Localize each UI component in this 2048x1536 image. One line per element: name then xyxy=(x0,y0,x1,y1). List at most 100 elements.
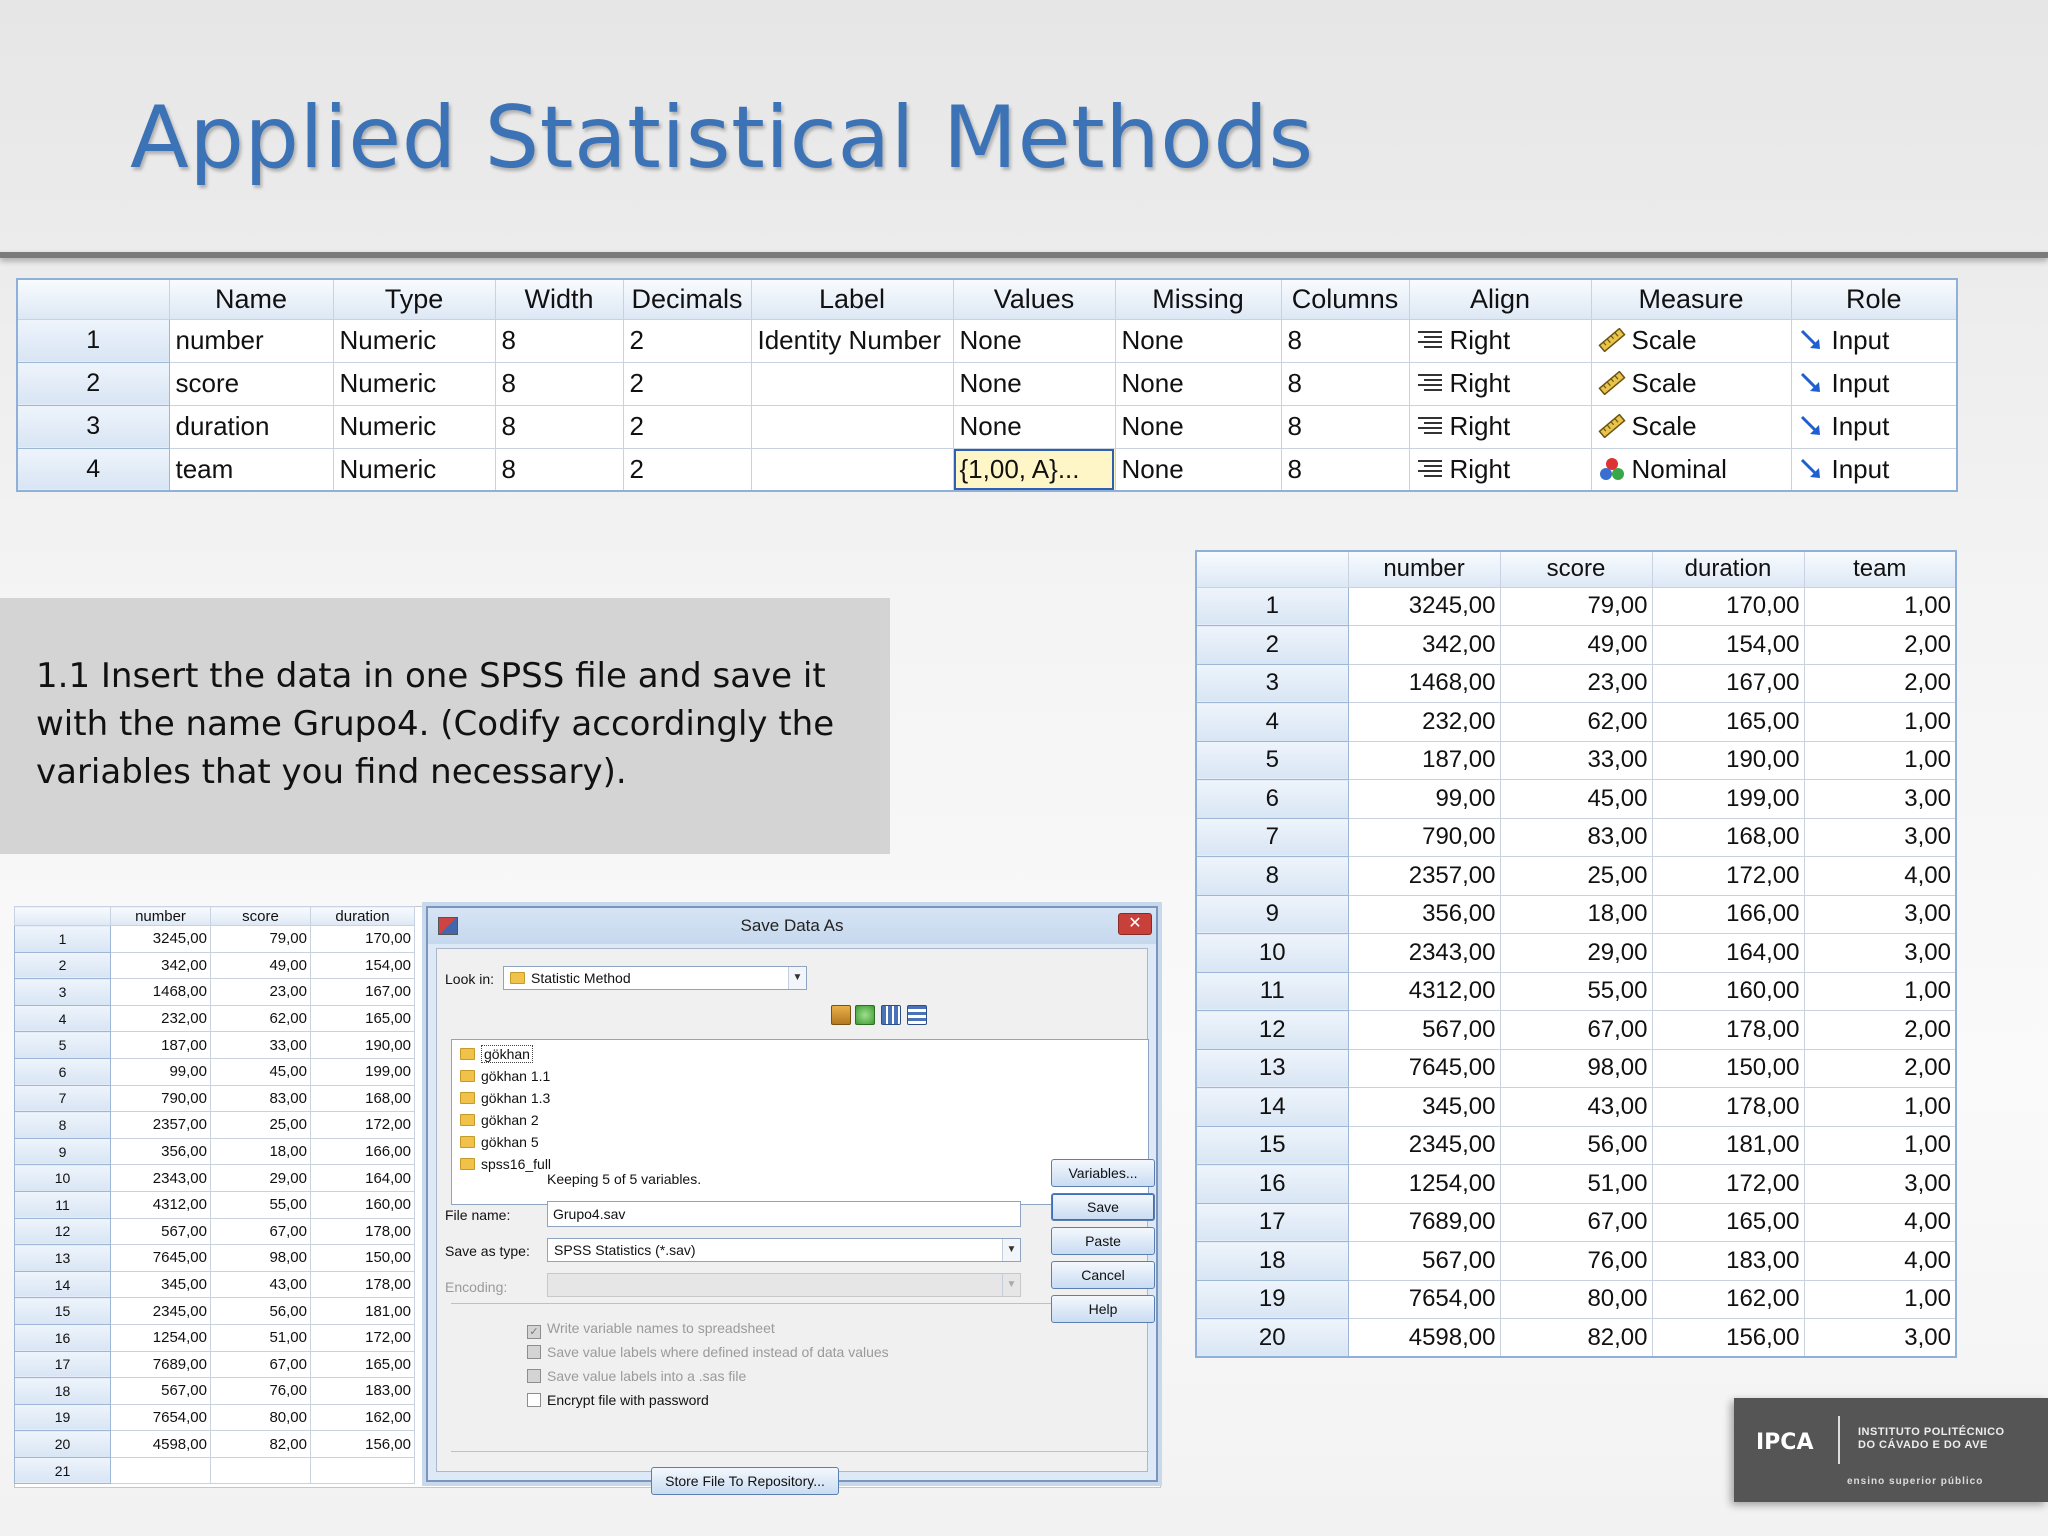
rdv-row-number[interactable]: 13 xyxy=(1195,1048,1349,1088)
ldv-cell[interactable]: 187,00 xyxy=(110,1031,211,1059)
rdv-header-duration[interactable]: duration xyxy=(1651,550,1805,588)
rdv-cell[interactable]: 2343,00 xyxy=(1347,933,1501,973)
ldv-row-number[interactable]: 5 xyxy=(14,1031,111,1059)
details-view-icon[interactable] xyxy=(907,1005,927,1025)
rdv-cell[interactable]: 3,00 xyxy=(1803,817,1957,857)
rdv-cell[interactable]: 2,00 xyxy=(1803,1010,1957,1050)
ldv-row-number[interactable]: 20 xyxy=(14,1430,111,1458)
rdv-cell[interactable]: 4598,00 xyxy=(1347,1318,1501,1358)
vv-cell-columns[interactable]: 8 xyxy=(1280,318,1410,363)
close-icon[interactable]: ✕ xyxy=(1118,913,1152,935)
ldv-cell[interactable]: 56,00 xyxy=(210,1297,311,1325)
rdv-cell[interactable]: 3,00 xyxy=(1803,779,1957,819)
rdv-row-number[interactable]: 20 xyxy=(1195,1318,1349,1358)
ldv-row-number[interactable]: 4 xyxy=(14,1004,111,1033)
ldv-cell[interactable]: 150,00 xyxy=(310,1244,415,1272)
ldv-cell[interactable]: 790,00 xyxy=(110,1084,211,1113)
ldv-cell[interactable]: 29,00 xyxy=(210,1164,311,1192)
rdv-cell[interactable]: 45,00 xyxy=(1499,779,1653,819)
rdv-cell[interactable]: 51,00 xyxy=(1499,1164,1653,1204)
rdv-cell[interactable]: 2345,00 xyxy=(1347,1125,1501,1165)
rdv-cell[interactable]: 4312,00 xyxy=(1347,971,1501,1011)
ldv-cell[interactable]: 79,00 xyxy=(210,925,311,953)
ldv-cell[interactable]: 170,00 xyxy=(310,925,415,953)
ldv-header-score[interactable]: score xyxy=(210,906,311,926)
ldv-cell[interactable]: 342,00 xyxy=(110,951,211,980)
ldv-cell[interactable]: 43,00 xyxy=(210,1270,311,1299)
vv-cell-decimals[interactable]: 2 xyxy=(622,318,752,363)
vv-cell-align[interactable]: Right xyxy=(1408,447,1592,492)
ldv-cell[interactable]: 1254,00 xyxy=(110,1323,211,1352)
rdv-header-team[interactable]: team xyxy=(1803,550,1957,588)
ldv-cell[interactable]: 83,00 xyxy=(210,1084,311,1113)
ldv-cell[interactable]: 4312,00 xyxy=(110,1190,211,1219)
vv-cell-decimals[interactable]: 2 xyxy=(622,404,752,449)
rdv-row-number[interactable]: 14 xyxy=(1195,1087,1349,1127)
rdv-cell[interactable]: 2,00 xyxy=(1803,1048,1957,1088)
ldv-row-number[interactable]: 10 xyxy=(14,1164,111,1192)
ldv-header-number[interactable]: number xyxy=(110,906,211,926)
ldv-cell[interactable]: 2357,00 xyxy=(110,1111,211,1139)
rdv-row-number[interactable]: 6 xyxy=(1195,779,1349,819)
ldv-cell[interactable]: 23,00 xyxy=(210,978,311,1006)
vv-cell-missing[interactable]: None xyxy=(1114,318,1282,363)
rdv-cell[interactable]: 345,00 xyxy=(1347,1087,1501,1127)
vv-header-width[interactable]: Width xyxy=(494,278,624,320)
vv-cell-measure[interactable]: Scale xyxy=(1590,318,1792,363)
vv-cell-align[interactable]: Right xyxy=(1408,404,1592,449)
vv-cell-measure[interactable]: Scale xyxy=(1590,361,1792,406)
ldv-cell[interactable]: 2343,00 xyxy=(110,1164,211,1192)
ldv-cell[interactable]: 98,00 xyxy=(210,1244,311,1272)
vv-header-measure[interactable]: Measure xyxy=(1590,278,1792,320)
rdv-cell[interactable]: 166,00 xyxy=(1651,894,1805,934)
folder-item[interactable]: gökhan 5 xyxy=(460,1132,539,1152)
rdv-cell[interactable]: 43,00 xyxy=(1499,1087,1653,1127)
ldv-cell[interactable]: 356,00 xyxy=(110,1137,211,1166)
rdv-cell[interactable]: 3,00 xyxy=(1803,933,1957,973)
rdv-row-number[interactable]: 10 xyxy=(1195,933,1349,973)
ldv-header-duration[interactable]: duration xyxy=(310,906,415,926)
rdv-cell[interactable]: 4,00 xyxy=(1803,856,1957,896)
ldv-cell[interactable]: 3245,00 xyxy=(110,925,211,953)
ldv-row-number[interactable]: 9 xyxy=(14,1137,111,1166)
rdv-cell[interactable]: 164,00 xyxy=(1651,933,1805,973)
ldv-cell[interactable]: 567,00 xyxy=(110,1377,211,1405)
rdv-cell[interactable]: 2,00 xyxy=(1803,625,1957,665)
vv-cell-type[interactable]: Numeric xyxy=(332,447,496,492)
vv-header-type[interactable]: Type xyxy=(332,278,496,320)
vv-cell-missing[interactable]: None xyxy=(1114,361,1282,406)
rdv-cell[interactable]: 23,00 xyxy=(1499,663,1653,703)
rdv-cell[interactable]: 183,00 xyxy=(1651,1241,1805,1281)
ldv-row-number[interactable]: 18 xyxy=(14,1377,111,1405)
folder-item[interactable]: gökhan 1.1 xyxy=(460,1066,550,1086)
ldv-cell[interactable] xyxy=(310,1456,415,1485)
rdv-row-number[interactable]: 7 xyxy=(1195,817,1349,857)
vv-header-align[interactable]: Align xyxy=(1408,278,1592,320)
ldv-cell[interactable]: 345,00 xyxy=(110,1270,211,1299)
rdv-header-number[interactable]: number xyxy=(1347,550,1501,588)
vv-cell-values[interactable]: {1,00, A}... xyxy=(952,447,1116,492)
ldv-row-number[interactable]: 12 xyxy=(14,1217,111,1246)
ldv-cell[interactable]: 18,00 xyxy=(210,1137,311,1166)
look-in-select[interactable]: Statistic Method ▼ xyxy=(503,966,807,990)
ldv-cell[interactable]: 168,00 xyxy=(310,1084,415,1113)
ldv-cell[interactable]: 7689,00 xyxy=(110,1350,211,1379)
rdv-cell[interactable]: 1,00 xyxy=(1803,702,1957,742)
rdv-row-number[interactable]: 17 xyxy=(1195,1202,1349,1242)
rdv-cell[interactable]: 82,00 xyxy=(1499,1318,1653,1358)
rdv-cell[interactable]: 1,00 xyxy=(1803,1125,1957,1165)
ldv-row-number[interactable]: 19 xyxy=(14,1403,111,1432)
rdv-cell[interactable]: 49,00 xyxy=(1499,625,1653,665)
vv-cell-role[interactable]: Input xyxy=(1790,447,1958,492)
ldv-row-number[interactable]: 17 xyxy=(14,1350,111,1379)
vv-cell-name[interactable]: score xyxy=(168,361,334,406)
vv-cell-columns[interactable]: 8 xyxy=(1280,447,1410,492)
vv-header-role[interactable]: Role xyxy=(1790,278,1958,320)
cancel-button[interactable]: Cancel xyxy=(1051,1261,1155,1289)
rdv-row-number[interactable]: 2 xyxy=(1195,625,1349,665)
rdv-cell[interactable]: 79,00 xyxy=(1499,586,1653,626)
folder-item[interactable]: gökhan 2 xyxy=(460,1110,539,1130)
ldv-cell[interactable]: 199,00 xyxy=(310,1057,415,1086)
rdv-cell[interactable]: 790,00 xyxy=(1347,817,1501,857)
paste-button[interactable]: Paste xyxy=(1051,1227,1155,1255)
